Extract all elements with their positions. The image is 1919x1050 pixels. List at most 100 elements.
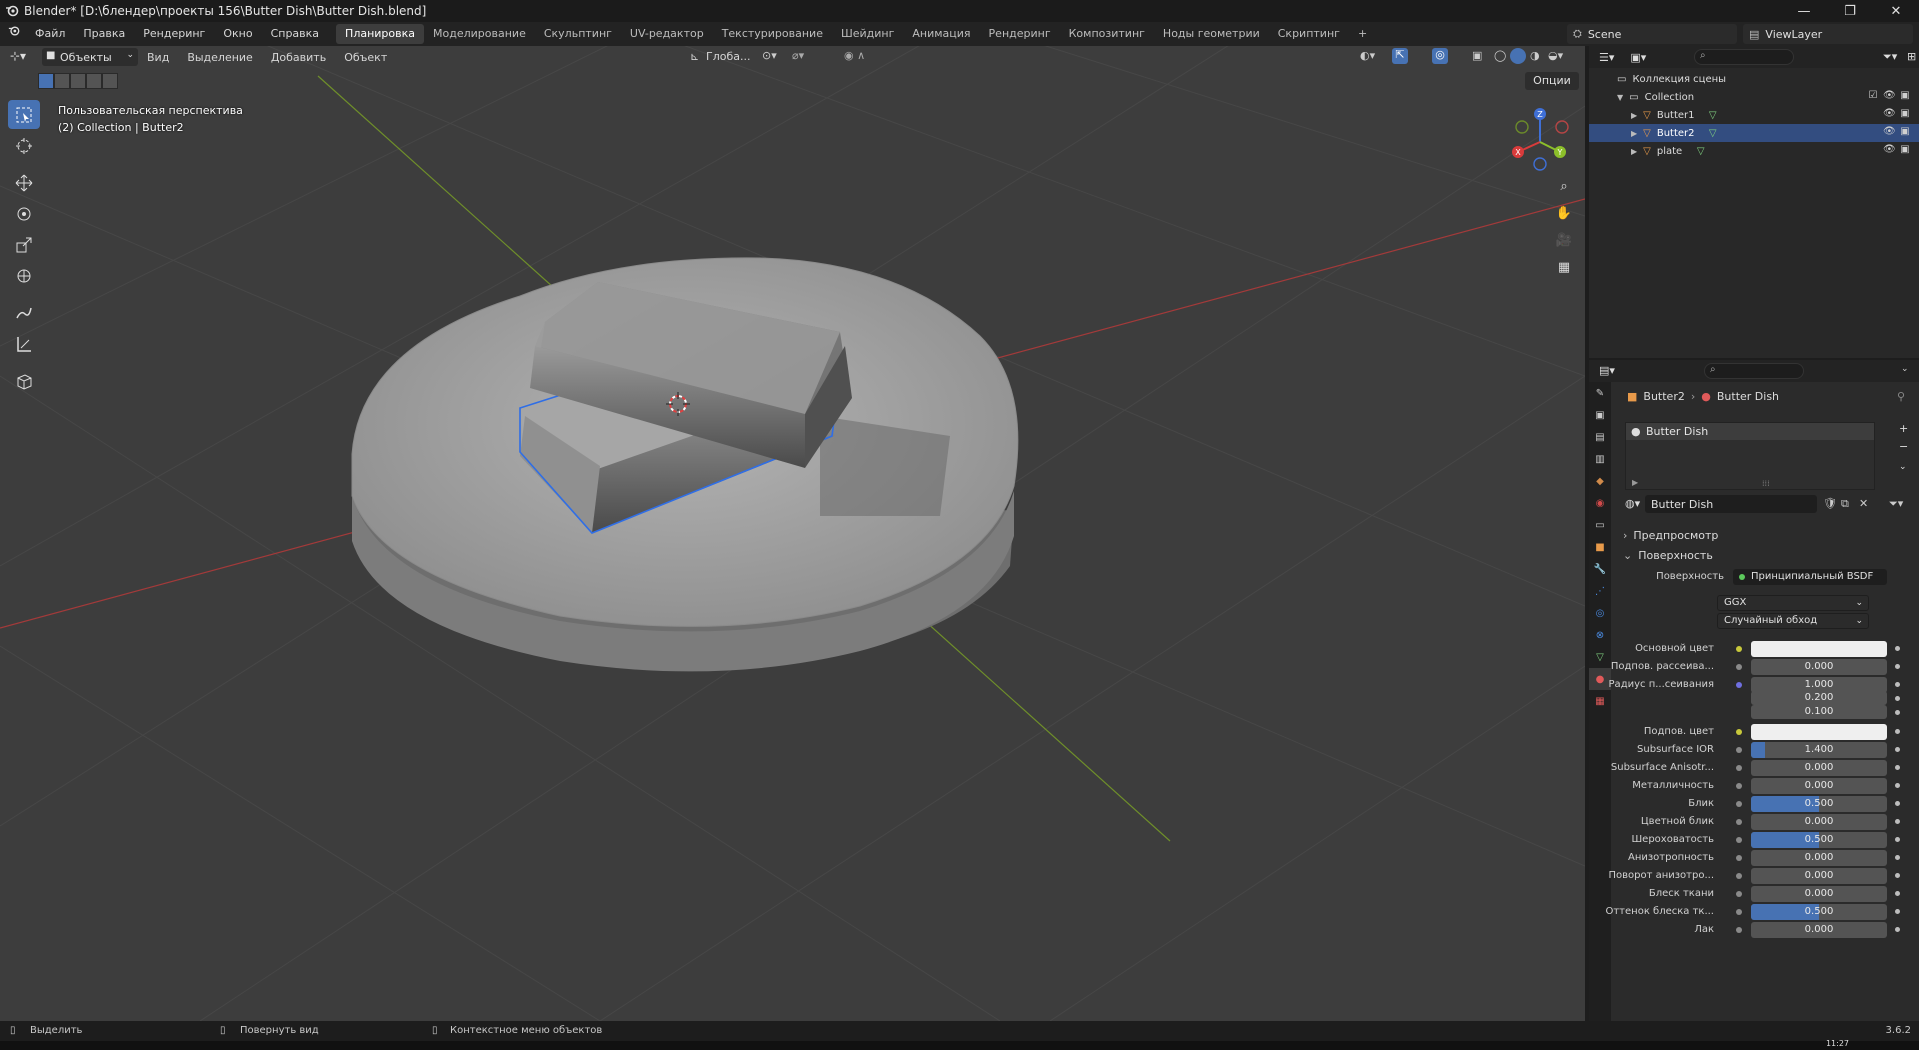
keyframe-dot-icon[interactable] — [1895, 873, 1900, 878]
keyframe-dot-icon[interactable] — [1895, 837, 1900, 842]
minimize-button[interactable]: — — [1781, 0, 1827, 22]
tab-scripting[interactable]: Скриптинг — [1269, 24, 1349, 44]
annotate-tool-icon[interactable] — [8, 298, 40, 327]
view-layer-tab-icon[interactable]: ▥ — [1589, 448, 1611, 470]
properties-editor-icon[interactable]: ▤▾ — [1599, 364, 1615, 377]
value-slider[interactable]: 0.000 — [1751, 760, 1887, 776]
filter-icon[interactable]: ⏷▾ — [1883, 50, 1897, 64]
solid-shading-icon[interactable] — [1510, 48, 1526, 64]
menu-help[interactable]: Справка — [262, 22, 328, 46]
outliner-editor-icon[interactable]: ☰▾ — [1599, 51, 1614, 64]
material-slot[interactable]: ● Butter Dish — [1626, 423, 1874, 440]
socket-dot-icon[interactable] — [1736, 747, 1742, 753]
menu-select[interactable]: Выделение — [178, 51, 262, 64]
wireframe-shading-icon[interactable]: ◯ — [1494, 49, 1506, 62]
socket-dot-icon[interactable] — [1736, 765, 1742, 771]
restore-button[interactable]: ❐ — [1827, 0, 1873, 22]
unlink-icon[interactable]: ✕ — [1859, 497, 1868, 510]
menu-view[interactable]: Вид — [138, 51, 178, 64]
value-slider[interactable]: 0.000 — [1751, 659, 1887, 675]
value-slider[interactable]: 0.000 — [1751, 922, 1887, 938]
panel-preview[interactable]: › Предпросмотр — [1623, 526, 1718, 544]
pivot-icon[interactable]: ⊙▾ — [762, 49, 777, 62]
expand-arrow-icon[interactable]: ▶ — [1632, 478, 1638, 487]
color-swatch[interactable] — [1751, 724, 1887, 740]
socket-dot-icon[interactable] — [1736, 819, 1742, 825]
socket-dot-icon[interactable] — [1736, 664, 1742, 670]
world-tab-icon[interactable]: ◉ — [1589, 492, 1611, 514]
rotate-tool-icon[interactable] — [8, 199, 40, 228]
node-filter-icon[interactable]: ⏷▾ — [1889, 497, 1903, 511]
material-name-field[interactable]: Butter Dish — [1645, 495, 1817, 513]
surface-shader-field[interactable]: Принципиальный BSDF — [1733, 569, 1887, 585]
keyframe-dot-icon[interactable] — [1895, 927, 1900, 932]
viewport-scene[interactable] — [0, 46, 1585, 1021]
xray-icon[interactable]: ▣ — [1472, 49, 1482, 62]
keyframe-dot-icon[interactable] — [1895, 801, 1900, 806]
outliner-item-plate[interactable]: ▶ ▽ plate ▽ 👁 ▣ — [1589, 142, 1919, 160]
measure-tool-icon[interactable] — [8, 329, 40, 358]
expand-arrow-icon[interactable]: ▶ — [1631, 147, 1637, 156]
transform-orientation[interactable]: ⊾ Глоба... — [690, 48, 750, 66]
menu-edit[interactable]: Правка — [74, 22, 134, 46]
navigation-gizmo[interactable]: Z X Y — [1500, 102, 1580, 182]
outliner-item-butter1[interactable]: ▶ ▽ Butter1 ▽ 👁 ▣ — [1589, 106, 1919, 124]
socket-dot-icon[interactable] — [1736, 801, 1742, 807]
gizmo-toggle-icon[interactable]: ⇱ — [1392, 48, 1408, 64]
keyframe-dot-icon[interactable] — [1895, 696, 1900, 701]
socket-dot-icon[interactable] — [1736, 909, 1742, 915]
camera-icon[interactable]: ▣ — [1899, 108, 1911, 120]
distribution-dropdown[interactable]: GGX ⌄ — [1717, 595, 1869, 611]
eye-icon[interactable]: 👁 — [1883, 90, 1896, 102]
outliner-search-input[interactable]: ⌕ — [1694, 49, 1794, 65]
tab-rendering[interactable]: Рендеринг — [980, 24, 1060, 44]
collection-tab-icon[interactable]: ▭ — [1589, 514, 1611, 536]
select-box-tool-icon[interactable] — [8, 100, 40, 129]
expand-arrow-icon[interactable]: ▶ — [1631, 111, 1637, 120]
keyframe-dot-icon[interactable] — [1895, 909, 1900, 914]
keyframe-dot-icon[interactable] — [1895, 783, 1900, 788]
tab-animation[interactable]: Анимация — [903, 24, 979, 44]
select-invert-icon[interactable] — [86, 73, 102, 89]
socket-dot-icon[interactable] — [1736, 783, 1742, 789]
keyframe-dot-icon[interactable] — [1895, 747, 1900, 752]
pin-icon[interactable]: ⚲ — [1897, 390, 1905, 403]
socket-dot-icon[interactable] — [1736, 873, 1742, 879]
add-slot-icon[interactable]: + — [1899, 422, 1908, 435]
keyframe-dot-icon[interactable] — [1895, 855, 1900, 860]
tab-compositing[interactable]: Композитинг — [1060, 24, 1154, 44]
socket-dot-icon[interactable] — [1736, 891, 1742, 897]
value-slider[interactable]: 0.000 — [1751, 850, 1887, 866]
value-slider[interactable]: 0.000 — [1751, 868, 1887, 884]
visibility-icon[interactable]: ◐▾ — [1360, 49, 1375, 62]
camera-icon[interactable]: ▣ — [1899, 144, 1911, 156]
subsurface-method-dropdown[interactable]: Случайный обход ⌄ — [1717, 613, 1869, 629]
blender-menu-icon[interactable] — [0, 22, 26, 46]
keyframe-dot-icon[interactable] — [1895, 646, 1900, 651]
socket-dot-icon[interactable] — [1736, 927, 1742, 933]
properties-search-input[interactable]: ⌕ — [1704, 363, 1804, 379]
scene-selector[interactable]: ⛭ Scene — [1567, 24, 1737, 44]
perspective-grid-icon[interactable]: ▦ — [1552, 255, 1576, 279]
view-layer-selector[interactable]: ▤ ViewLayer — [1743, 24, 1913, 44]
editor-type-icon[interactable]: ⊹▾ — [10, 49, 26, 63]
socket-dot-icon[interactable] — [1736, 729, 1742, 735]
value-slider[interactable]: 0.500 — [1751, 832, 1887, 848]
tab-sculpting[interactable]: Скульптинг — [535, 24, 621, 44]
keyframe-dot-icon[interactable] — [1895, 819, 1900, 824]
socket-dot-icon[interactable] — [1736, 837, 1742, 843]
camera-icon[interactable]: ▣ — [1899, 90, 1911, 102]
value-slider[interactable]: 0.000 — [1751, 814, 1887, 830]
tab-shading[interactable]: Шейдинг — [832, 24, 903, 44]
menu-add[interactable]: Добавить — [262, 51, 335, 64]
scene-tab-icon[interactable]: ◆ — [1589, 470, 1611, 492]
value-slider[interactable]: 0.500 — [1751, 796, 1887, 812]
move-tool-icon[interactable] — [8, 168, 40, 197]
value-slider[interactable]: 0.200 — [1751, 691, 1887, 705]
render-tab-icon[interactable]: ▣ — [1589, 404, 1611, 426]
menu-window[interactable]: Окно — [214, 22, 261, 46]
fake-user-icon[interactable]: 🛡 — [1823, 497, 1837, 510]
cursor-tool-icon[interactable] — [8, 131, 40, 160]
proportional-edit-icon[interactable]: ◉ ∧ — [844, 49, 865, 62]
material-shading-icon[interactable]: ◑ — [1530, 49, 1540, 62]
